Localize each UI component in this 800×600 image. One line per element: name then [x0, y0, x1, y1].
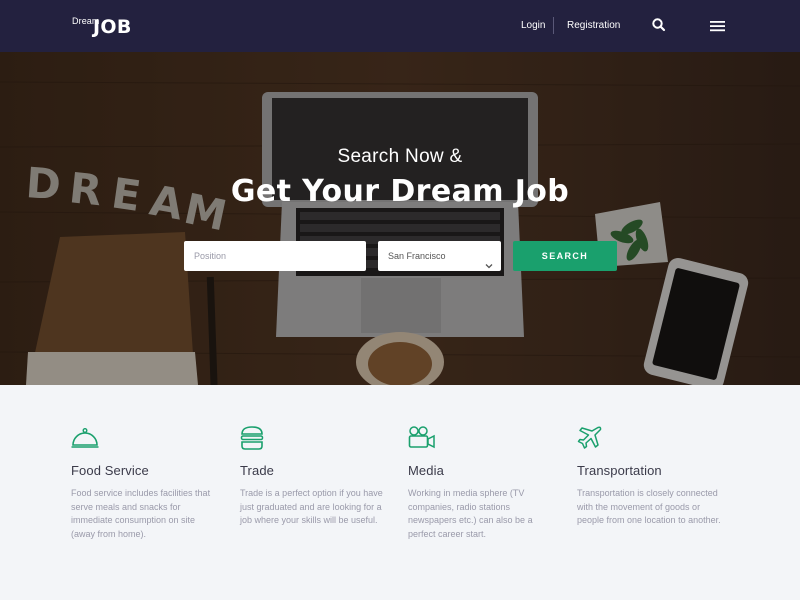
hero-title: Get Your Dream Job: [230, 174, 570, 209]
category-media[interactable]: Media Working in media sphere (TV compan…: [408, 425, 553, 541]
category-title: Media: [408, 463, 444, 478]
top-navbar: Dream JOB Login Registration: [0, 0, 800, 52]
hamburger-menu-icon[interactable]: [709, 17, 727, 35]
search-icon[interactable]: [650, 16, 668, 34]
hero-banner: D R E A M Search Now & Get Your Dream Jo…: [0, 52, 800, 385]
category-description: Food service includes facilities that se…: [71, 488, 211, 539]
category-description: Trade is a perfect option if you have ju…: [240, 488, 383, 525]
chevron-down-icon: [485, 252, 493, 269]
hero-overlay: [0, 52, 800, 385]
category-description: Transportation is closely connected with…: [577, 488, 721, 525]
category-food-service[interactable]: Food Service Food service includes facil…: [71, 425, 216, 541]
nav-divider: [553, 17, 554, 34]
logo-big-text: JOB: [93, 16, 132, 38]
hero-subtitle: Search Now &: [337, 146, 463, 167]
airplane-icon: [577, 425, 605, 451]
cloche-icon: [71, 425, 99, 451]
login-link[interactable]: Login: [521, 19, 545, 33]
location-select[interactable]: San Francisco: [378, 241, 501, 271]
burger-icon: [240, 425, 268, 451]
location-select-value: San Francisco: [388, 251, 446, 261]
category-trade[interactable]: Trade Trade is a perfect option if you h…: [240, 425, 385, 528]
category-title: Transportation: [577, 463, 662, 478]
position-input[interactable]: [184, 241, 366, 271]
search-button[interactable]: SEARCH: [513, 241, 617, 271]
registration-link[interactable]: Registration: [567, 19, 620, 33]
category-title: Food Service: [71, 463, 149, 478]
category-description: Working in media sphere (TV companies, r…: [408, 488, 533, 539]
category-title: Trade: [240, 463, 274, 478]
category-transportation[interactable]: Transportation Transportation is closely…: [577, 425, 722, 528]
video-camera-icon: [408, 425, 436, 451]
